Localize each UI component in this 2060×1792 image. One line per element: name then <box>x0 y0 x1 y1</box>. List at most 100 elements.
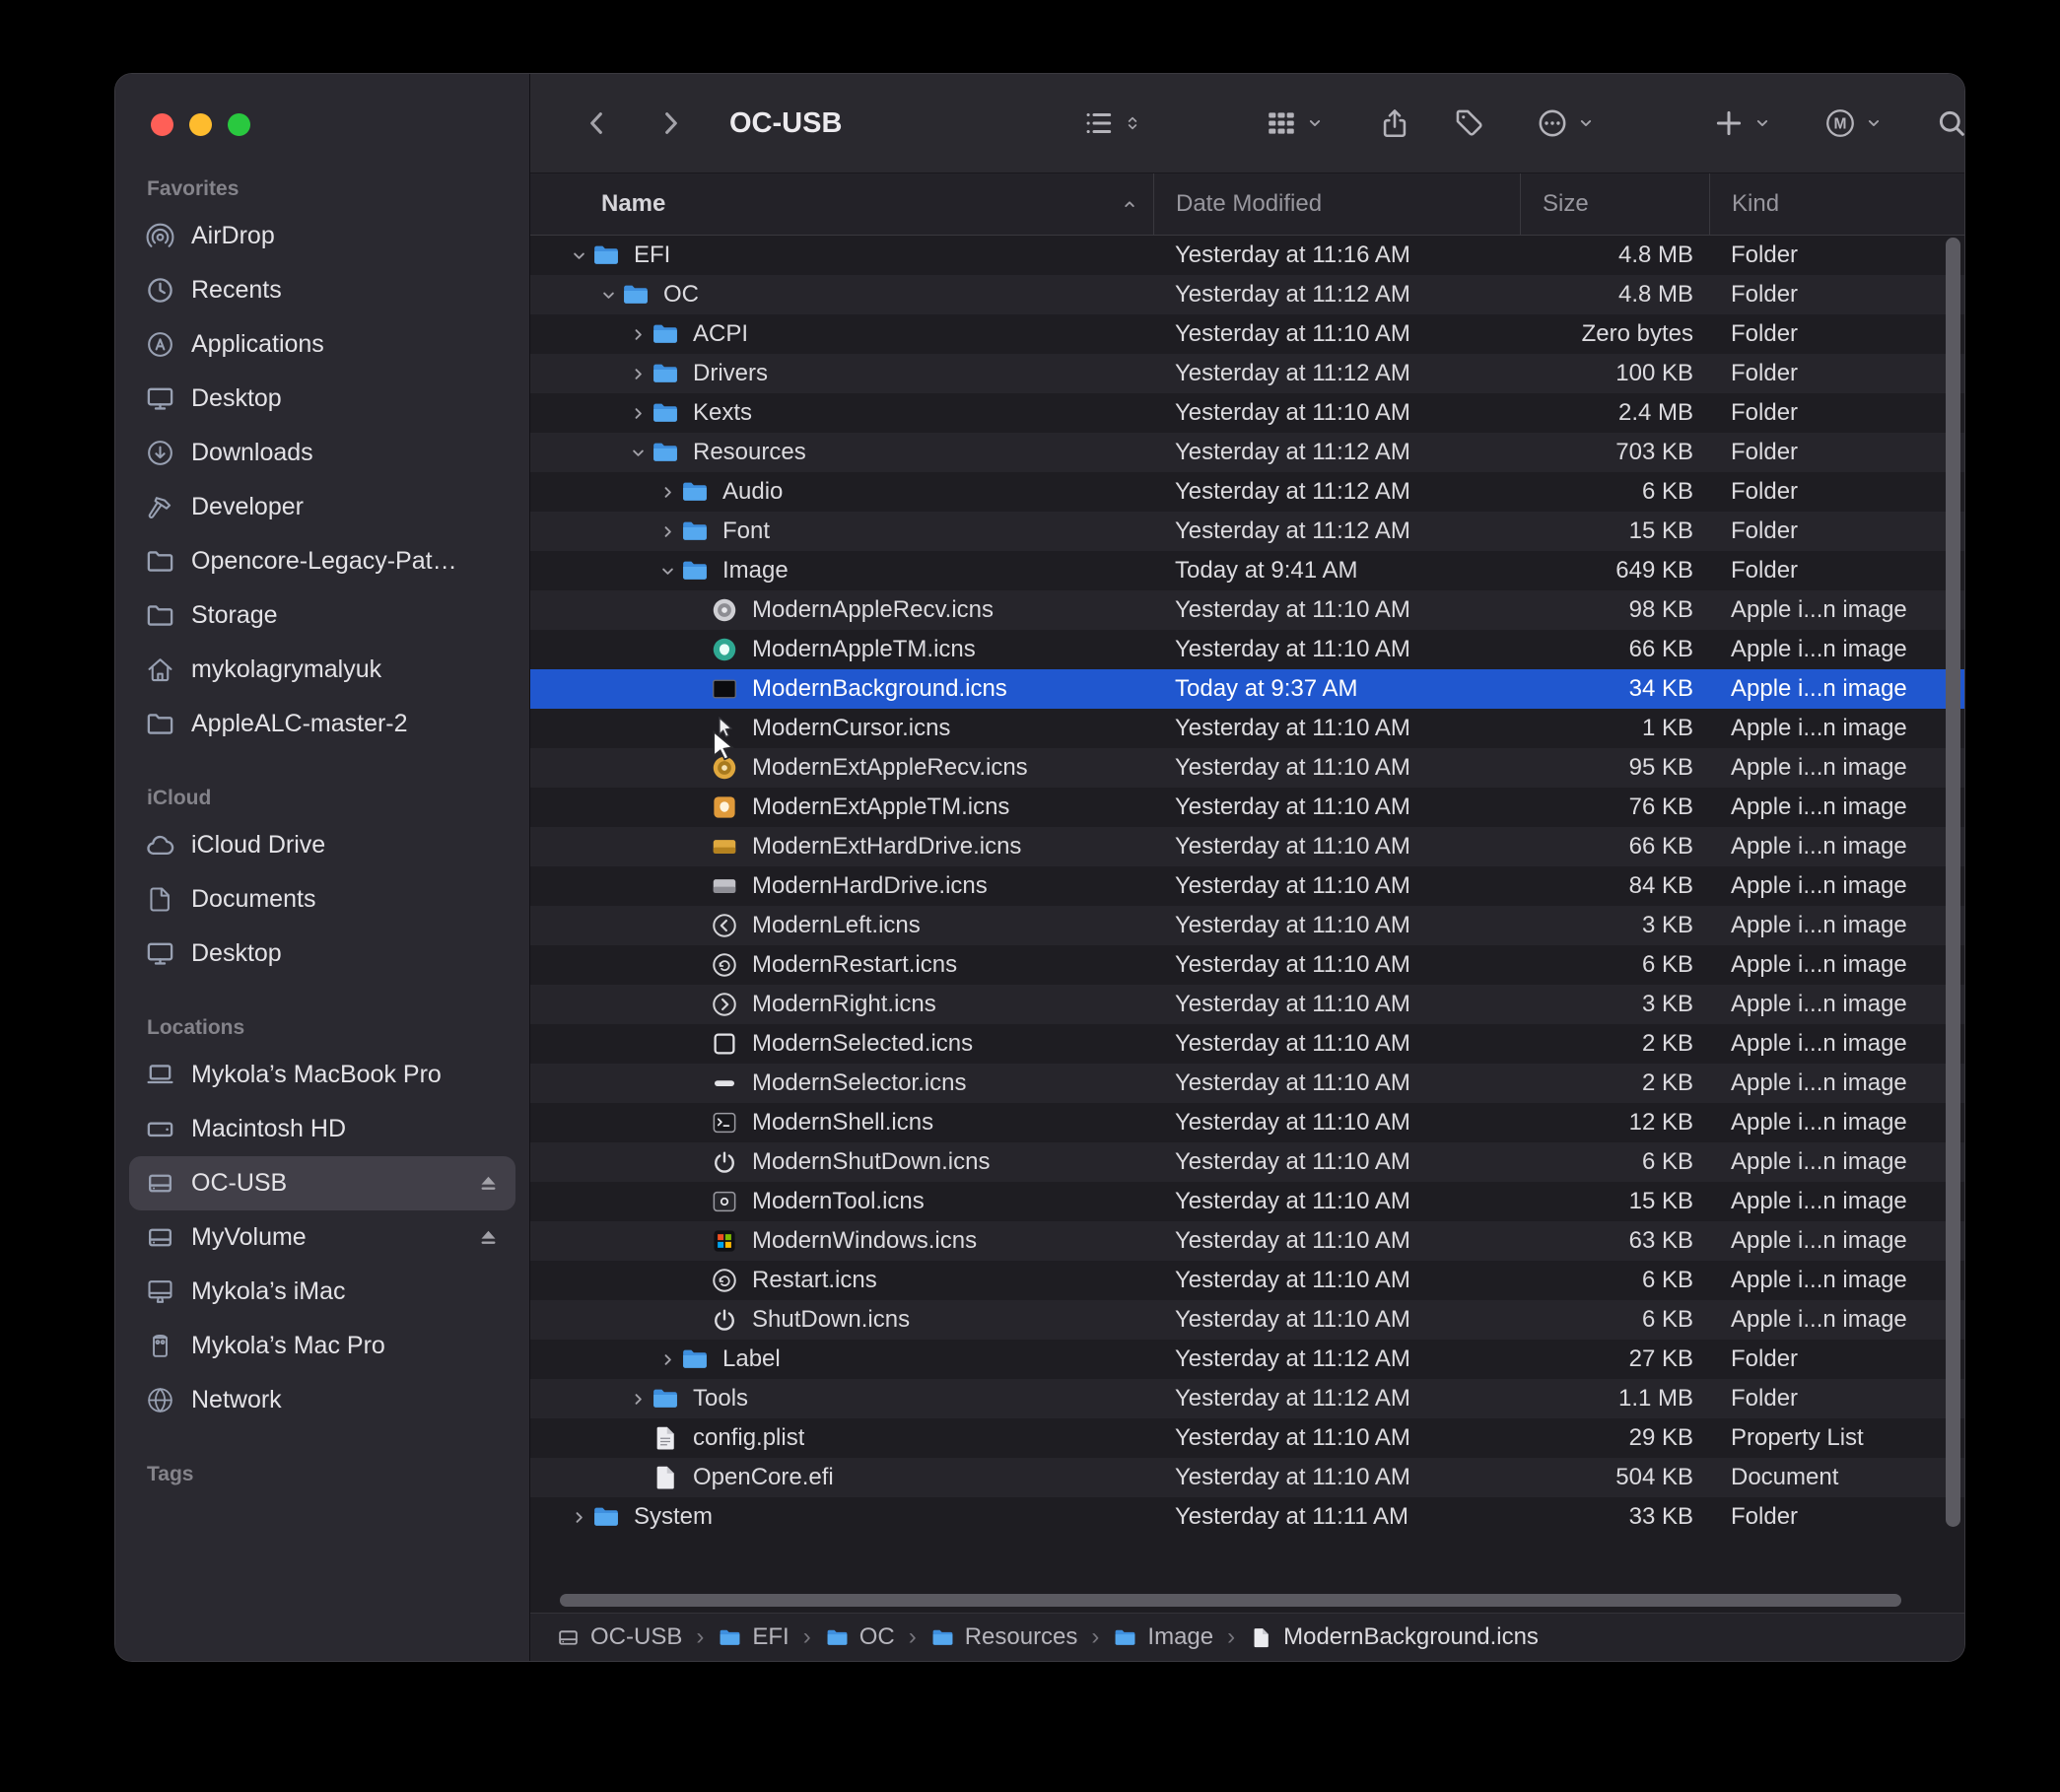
file-row-modernright-icns[interactable]: ModernRight.icnsYesterday at 11:10 AM3 K… <box>530 985 1964 1024</box>
share-button[interactable] <box>1378 106 1411 140</box>
file-row-kexts[interactable]: KextsYesterday at 11:10 AM2.4 MBFolder <box>530 393 1964 433</box>
file-row-modernbackground-icns[interactable]: ModernBackground.icnsToday at 9:37 AM34 … <box>530 669 1964 709</box>
path-item-resources[interactable]: Resources <box>930 1623 1078 1651</box>
disclosure-closed-icon[interactable] <box>625 1387 651 1411</box>
file-row-modernshell-icns[interactable]: ModernShell.icnsYesterday at 11:10 AM12 … <box>530 1103 1964 1142</box>
sidebar-item-mykola-s-imac[interactable]: Mykola’s iMac <box>129 1265 515 1319</box>
sidebar-item-documents[interactable]: Documents <box>129 872 515 927</box>
file-row-modernapplerecv-icns[interactable]: ModernAppleRecv.icnsYesterday at 11:10 A… <box>530 590 1964 630</box>
sidebar-item-downloads[interactable]: Downloads <box>129 426 515 480</box>
file-row-modernselected-icns[interactable]: ModernSelected.icnsYesterday at 11:10 AM… <box>530 1024 1964 1064</box>
file-row-moderntool-icns[interactable]: ModernTool.icnsYesterday at 11:10 AM15 K… <box>530 1182 1964 1221</box>
sidebar-item-recents[interactable]: Recents <box>129 263 515 317</box>
file-row-drivers[interactable]: DriversYesterday at 11:12 AM100 KBFolder <box>530 354 1964 393</box>
file-row-modernshutdown-icns[interactable]: ModernShutDown.icnsYesterday at 11:10 AM… <box>530 1142 1964 1182</box>
file-row-restart-icns[interactable]: Restart.icnsYesterday at 11:10 AM6 KBApp… <box>530 1261 1964 1300</box>
sidebar-item-mykolagrymalyuk[interactable]: mykolagrymalyuk <box>129 643 515 697</box>
search-button[interactable] <box>1935 106 1965 140</box>
back-button[interactable] <box>582 107 613 139</box>
file-row-tools[interactable]: ToolsYesterday at 11:12 AM1.1 MBFolder <box>530 1379 1964 1418</box>
file-row-efi[interactable]: EFIYesterday at 11:16 AM4.8 MBFolder <box>530 236 1964 275</box>
file-row-label[interactable]: LabelYesterday at 11:12 AM27 KBFolder <box>530 1340 1964 1379</box>
file-row-acpi[interactable]: ACPIYesterday at 11:10 AMZero bytesFolde… <box>530 314 1964 354</box>
group-by-button[interactable] <box>1265 106 1325 140</box>
forward-button[interactable] <box>654 107 686 139</box>
eject-icon[interactable] <box>475 1224 502 1251</box>
sidebar-item-macintosh-hd[interactable]: Macintosh HD <box>129 1102 515 1156</box>
file-row-config-plist[interactable]: config.plistYesterday at 11:10 AM29 KBPr… <box>530 1418 1964 1458</box>
path-item-oc-usb[interactable]: OC-USB <box>556 1623 682 1651</box>
disclosure-open-icon[interactable] <box>654 559 680 583</box>
file-name: Kexts <box>693 399 752 427</box>
disclosure-closed-icon[interactable] <box>625 322 651 346</box>
file-name: System <box>634 1503 713 1531</box>
sidebar-item-applications[interactable]: Applications <box>129 317 515 372</box>
zoom-button[interactable] <box>228 113 250 136</box>
disclosure-closed-icon[interactable] <box>654 480 680 504</box>
column-header-name[interactable]: Name <box>530 173 1153 235</box>
file-row-modernleft-icns[interactable]: ModernLeft.icnsYesterday at 11:10 AM3 KB… <box>530 906 1964 945</box>
desktop-background: FavoritesAirDropRecentsApplicationsDeskt… <box>0 0 2060 1792</box>
account-button[interactable]: M <box>1823 106 1884 140</box>
sidebar-item-icloud-drive[interactable]: iCloud Drive <box>129 818 515 872</box>
close-button[interactable] <box>151 113 173 136</box>
eject-icon[interactable] <box>475 1170 502 1197</box>
sidebar-item-developer[interactable]: Developer <box>129 480 515 534</box>
file-row-opencore-efi[interactable]: OpenCore.efiYesterday at 11:10 AM504 KBD… <box>530 1458 1964 1497</box>
file-row-modernselector-icns[interactable]: ModernSelector.icnsYesterday at 11:10 AM… <box>530 1064 1964 1103</box>
sidebar-item-applealc-master-2[interactable]: AppleALC-master-2 <box>129 697 515 751</box>
path-item-efi[interactable]: EFI <box>718 1623 789 1651</box>
sidebar-item-opencore-legacy-pat[interactable]: Opencore-Legacy-Pat… <box>129 534 515 588</box>
file-date-modified: Yesterday at 11:10 AM <box>1153 833 1520 861</box>
vertical-scrollbar-thumb[interactable] <box>1946 238 1960 1527</box>
minimize-button[interactable] <box>189 113 212 136</box>
column-header-kind[interactable]: Kind <box>1709 173 1964 235</box>
column-header-date-modified[interactable]: Date Modified <box>1153 173 1520 235</box>
file-row-modernwindows-icns[interactable]: ModernWindows.icnsYesterday at 11:10 AM6… <box>530 1221 1964 1261</box>
disclosure-closed-icon[interactable] <box>625 362 651 385</box>
file-row-audio[interactable]: AudioYesterday at 11:12 AM6 KBFolder <box>530 472 1964 512</box>
horizontal-scrollbar-thumb[interactable] <box>560 1594 1901 1607</box>
sidebar-item-oc-usb[interactable]: OC-USB <box>129 1156 515 1210</box>
file-row-image[interactable]: ImageToday at 9:41 AM649 KBFolder <box>530 551 1964 590</box>
file-row-font[interactable]: FontYesterday at 11:12 AM15 KBFolder <box>530 512 1964 551</box>
sidebar-item-myvolume[interactable]: MyVolume <box>129 1210 515 1265</box>
sidebar-item-mykola-s-mac-pro[interactable]: Mykola’s Mac Pro <box>129 1319 515 1373</box>
file-row-modernharddrive-icns[interactable]: ModernHardDrive.icnsYesterday at 11:10 A… <box>530 866 1964 906</box>
path-item-image[interactable]: Image <box>1113 1623 1213 1651</box>
disclosure-closed-icon[interactable] <box>654 1347 680 1371</box>
disclosure-closed-icon[interactable] <box>654 519 680 543</box>
disclosure-open-icon[interactable] <box>595 283 621 307</box>
disclosure-closed-icon[interactable] <box>566 1505 591 1529</box>
disclosure-closed-icon[interactable] <box>625 401 651 425</box>
file-name: ModernShutDown.icns <box>752 1148 990 1176</box>
file-row-moderncursor-icns[interactable]: ModernCursor.icnsYesterday at 11:10 AM1 … <box>530 709 1964 748</box>
file-row-resources[interactable]: ResourcesYesterday at 11:12 AM703 KBFold… <box>530 433 1964 472</box>
disclosure-open-icon[interactable] <box>625 441 651 464</box>
sidebar-item-network[interactable]: Network <box>129 1373 515 1427</box>
path-item-oc[interactable]: OC <box>825 1623 895 1651</box>
horizontal-scrollbar[interactable] <box>530 1589 1964 1613</box>
sidebar-item-desktop[interactable]: Desktop <box>129 372 515 426</box>
file-row-modernappletm-icns[interactable]: ModernAppleTM.icnsYesterday at 11:10 AM6… <box>530 630 1964 669</box>
new-item-button[interactable] <box>1712 106 1772 140</box>
column-header-size[interactable]: Size <box>1520 173 1709 235</box>
sidebar-item-mykola-s-macbook-pro[interactable]: Mykola’s MacBook Pro <box>129 1048 515 1102</box>
file-row-system[interactable]: SystemYesterday at 11:11 AM33 KBFolder <box>530 1497 1964 1537</box>
vertical-scrollbar[interactable] <box>1946 238 1960 1566</box>
view-mode-button[interactable] <box>1082 106 1142 140</box>
file-row-modernextappletm-icns[interactable]: ModernExtAppleTM.icnsYesterday at 11:10 … <box>530 788 1964 827</box>
disclosure-open-icon[interactable] <box>566 243 591 267</box>
tags-button[interactable] <box>1453 106 1486 140</box>
more-actions-button[interactable] <box>1536 106 1596 140</box>
sidebar-item-desktop[interactable]: Desktop <box>129 927 515 981</box>
sidebar-item-storage[interactable]: Storage <box>129 588 515 643</box>
file-row-modernrestart-icns[interactable]: ModernRestart.icnsYesterday at 11:10 AM6… <box>530 945 1964 985</box>
sidebar-item-airdrop[interactable]: AirDrop <box>129 209 515 263</box>
path-item-label: OC <box>859 1623 895 1651</box>
file-row-modernextapplerecv-icns[interactable]: ModernExtAppleRecv.icnsYesterday at 11:1… <box>530 748 1964 788</box>
file-row-oc[interactable]: OCYesterday at 11:12 AM4.8 MBFolder <box>530 275 1964 314</box>
path-item-modernbackground-icns[interactable]: ModernBackground.icns <box>1249 1623 1539 1651</box>
file-row-modernextharddrive-icns[interactable]: ModernExtHardDrive.icnsYesterday at 11:1… <box>530 827 1964 866</box>
file-row-shutdown-icns[interactable]: ShutDown.icnsYesterday at 11:10 AM6 KBAp… <box>530 1300 1964 1340</box>
